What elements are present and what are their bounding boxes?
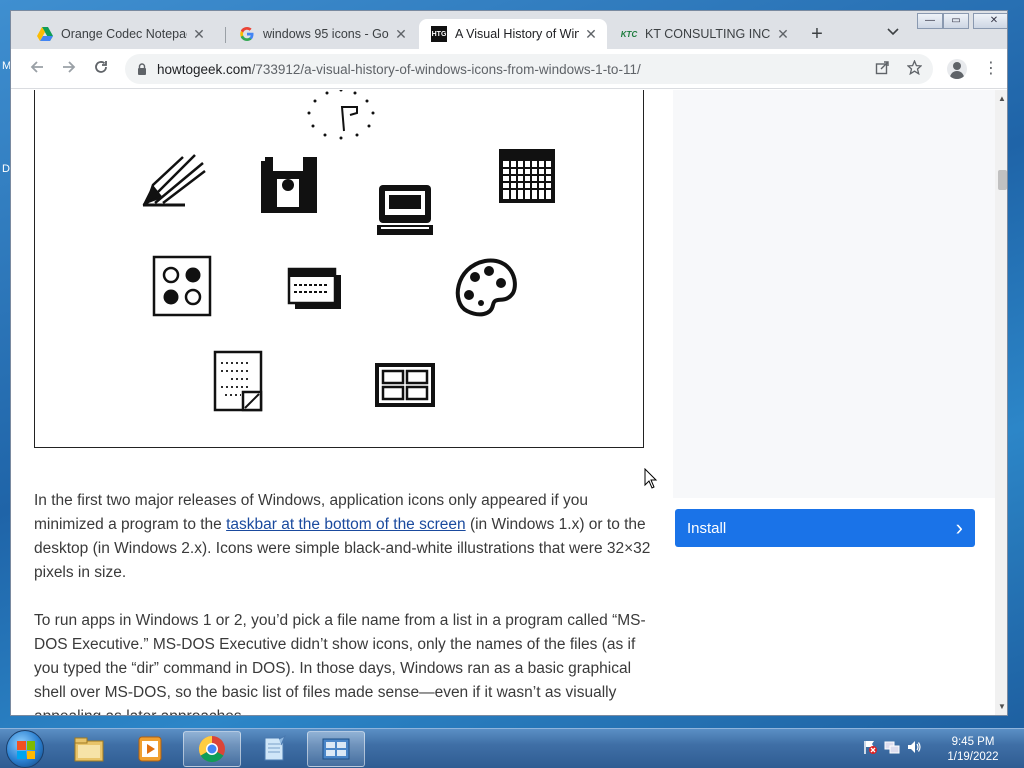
restore-button[interactable]: ▭ — [943, 13, 969, 29]
chevron-right-icon: › — [955, 515, 963, 540]
notepad-icon — [213, 350, 263, 412]
close-tab-icon[interactable]: ✕ — [583, 26, 599, 43]
bookmark-star-icon[interactable] — [906, 59, 923, 79]
calendar-icon — [499, 149, 555, 203]
clock-time: 9:45 PM — [951, 736, 995, 748]
media-player-icon — [138, 736, 162, 762]
taskbar-clock[interactable]: 9:45 PM 1/19/2022 — [938, 735, 1008, 765]
ktc-icon: KTC — [620, 29, 638, 39]
url-text: howtogeek.com/733912/a-visual-history-of… — [157, 62, 641, 77]
volume-icon[interactable] — [906, 739, 922, 755]
kebab-menu-icon[interactable]: ⋮ — [983, 59, 999, 79]
url-path: /733912/a-visual-history-of-windows-icon… — [251, 62, 641, 77]
clock-date: 1/19/2022 — [947, 751, 999, 763]
profile-avatar[interactable] — [947, 59, 967, 79]
htg-icon: HTG — [431, 26, 447, 42]
scroll-down-arrow-icon[interactable]: ▼ — [998, 702, 1006, 711]
sidebar-panel — [673, 90, 995, 498]
taskbar-link[interactable]: taskbar at the bottom of the screen — [226, 516, 466, 533]
reversi-icon — [152, 255, 212, 317]
tab-search-button[interactable] — [887, 25, 899, 39]
browser-window: Orange Codec Notepad ✕ windows 95 icons … — [10, 10, 1008, 716]
file-explorer-icon — [74, 737, 104, 762]
tab-windows-95-icons[interactable]: windows 95 icons - Goo ✕ — [227, 19, 417, 49]
pencil-icon — [142, 154, 206, 207]
sidebar: Install › — [673, 90, 995, 715]
paint-palette-icon — [455, 258, 517, 317]
install-button[interactable]: Install › — [675, 509, 975, 547]
scroll-up-arrow-icon[interactable]: ▲ — [998, 94, 1006, 103]
page-scrollbar[interactable]: ▲ ▼ — [995, 90, 1007, 715]
scrollbar-thumb[interactable] — [998, 170, 1007, 190]
tab-title: Orange Codec Notepad — [61, 27, 187, 41]
close-tab-icon[interactable]: ✕ — [191, 26, 207, 43]
control-panel-app-icon — [322, 738, 350, 760]
close-tab-icon[interactable]: ✕ — [775, 26, 791, 43]
minimize-button[interactable]: — — [917, 13, 943, 29]
new-tab-button[interactable]: + — [807, 24, 827, 44]
control-panel-task[interactable] — [307, 731, 365, 767]
mouse-cursor-icon — [644, 468, 658, 489]
action-center-flag-icon[interactable] — [862, 739, 878, 755]
taskbar: 9:45 PM 1/19/2022 — [0, 728, 1024, 768]
tab-orange-codec[interactable]: Orange Codec Notepad ✕ — [25, 19, 215, 49]
url-host: howtogeek.com — [157, 62, 252, 77]
cardfile-icon — [287, 267, 341, 309]
install-label: Install — [687, 519, 727, 537]
floppy-disk-icon — [261, 157, 317, 213]
share-icon[interactable] — [875, 60, 890, 79]
windows-logo-icon — [17, 741, 35, 759]
clock-icon — [307, 90, 375, 140]
chrome-task[interactable] — [183, 731, 241, 767]
address-bar[interactable]: howtogeek.com/733912/a-visual-history-of… — [125, 54, 933, 84]
tab-title: A Visual History of Wind — [455, 27, 579, 41]
chrome-icon — [198, 735, 225, 763]
notepad-app-icon — [264, 735, 286, 761]
tab-title: windows 95 icons - Goo — [263, 27, 389, 41]
file-explorer-task[interactable] — [60, 731, 118, 767]
close-tab-icon[interactable]: ✕ — [393, 26, 409, 43]
back-button[interactable] — [25, 58, 49, 82]
reload-button[interactable] — [89, 58, 113, 82]
reload-icon — [95, 61, 107, 73]
google-drive-icon — [37, 26, 53, 42]
tab-strip: Orange Codec Notepad ✕ windows 95 icons … — [11, 11, 1007, 49]
window-controls: — ▭ ✕ — [917, 13, 1007, 29]
google-icon — [239, 26, 255, 42]
back-arrow-icon — [30, 61, 43, 73]
tab-title: KT CONSULTING INC — [645, 27, 771, 41]
chevron-down-icon — [887, 28, 899, 36]
tab-visual-history[interactable]: HTG A Visual History of Wind ✕ — [419, 19, 607, 49]
system-tray — [862, 739, 922, 755]
browser-toolbar: howtogeek.com/733912/a-visual-history-of… — [11, 49, 1007, 89]
close-window-button[interactable]: ✕ — [973, 13, 1007, 29]
forward-button[interactable] — [57, 58, 81, 82]
article-paragraph: In the first two major releases of Windo… — [34, 492, 651, 581]
media-player-task[interactable] — [121, 731, 179, 767]
tab-kt-consulting[interactable]: KTC KT CONSULTING INC ✕ — [609, 19, 799, 49]
notepad-task[interactable] — [245, 731, 303, 767]
page-content: In the first two major releases of Windo… — [11, 90, 995, 715]
computer-terminal-icon — [377, 185, 433, 235]
desktop-icon-label-fragment: D — [2, 163, 10, 175]
lock-icon — [138, 63, 146, 75]
windows-1-icons-figure — [34, 90, 644, 448]
forward-arrow-icon — [63, 61, 76, 73]
network-icon[interactable] — [884, 739, 900, 755]
article-paragraph: To run apps in Windows 1 or 2, you’d pic… — [34, 612, 646, 715]
start-button[interactable] — [6, 730, 44, 768]
control-panel-icon — [375, 363, 435, 407]
